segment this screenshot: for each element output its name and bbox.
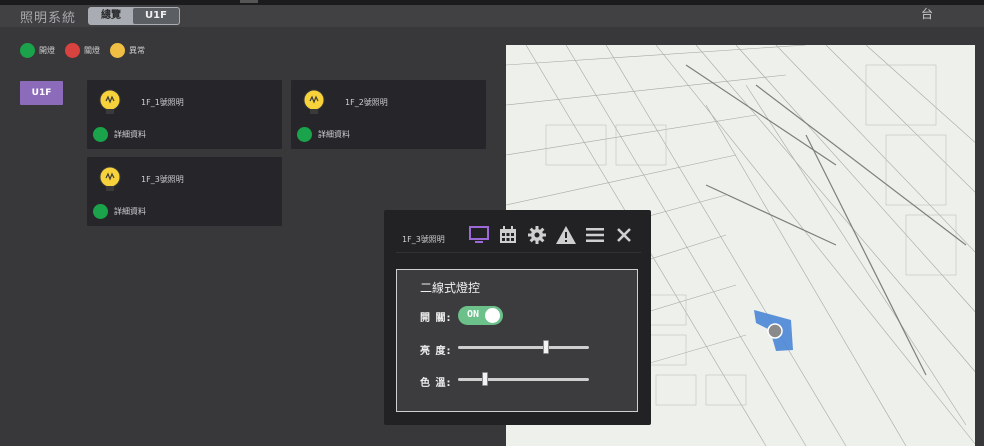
legend-item-on: 開燈 [20,43,55,58]
menu-icon[interactable] [584,224,606,246]
color-temp-slider[interactable] [458,372,589,386]
light-name: 1F_1號照明 [141,98,184,107]
two-wire-control-panel: 二線式燈控 開 關: ON 亮 度: 色 溫: [396,269,638,412]
status-dot [93,127,108,142]
toggle-knob [485,308,500,323]
viewer-edge [975,45,984,446]
slider-track [458,378,589,381]
light-card[interactable]: 1F_3號照明 詳細資料 [87,157,282,226]
color-temp-label: 色 溫: [420,378,452,389]
legend-label-off: 關燈 [84,46,100,55]
slider-thumb[interactable] [482,372,488,386]
calendar-icon[interactable] [497,224,519,246]
status-legend: 開燈 關燈 異常 [20,43,155,58]
close-icon[interactable] [613,224,635,246]
popup-toolbar [468,224,642,246]
legend-item-abnormal: 異常 [110,43,145,58]
light-name: 1F_2號照明 [345,98,388,107]
light-name: 1F_3號照明 [141,175,184,184]
tab-u1f[interactable]: U1F [133,8,179,24]
legend-dot-on [20,43,35,58]
slider-track [458,346,589,349]
legend-label-abnormal: 異常 [129,46,145,55]
monitor-icon[interactable] [468,224,490,246]
light-bulb-icon [99,89,121,114]
tab-overview[interactable]: 總覽 [89,8,133,24]
header-right-text: 台 [921,7,934,21]
view-tabs: 總覽 U1F [88,7,180,25]
detail-link[interactable]: 詳細資料 [114,129,146,140]
switch-label: 開 關: [420,313,452,324]
app-title: 照明系統 [20,11,77,26]
status-dot [297,127,312,142]
top-strip-mark [240,0,258,3]
warning-icon[interactable] [555,224,577,246]
toggle-state-label: ON [467,309,480,320]
light-bulb-icon [303,89,325,114]
legend-item-off: 關燈 [65,43,100,58]
power-toggle[interactable]: ON [458,306,503,325]
detail-link[interactable]: 詳細資料 [318,129,350,140]
legend-dot-abnormal [110,43,125,58]
legend-dot-off [65,43,80,58]
light-control-popup: 1F_3號照明 二線式燈控 開 關: ON 亮 度: 色 溫: [384,210,651,425]
popup-title: 1F_3號照明 [402,235,445,244]
brightness-label: 亮 度: [420,346,452,357]
header-bar: 照明系統 總覽 U1F 台 [0,5,984,27]
light-card[interactable]: 1F_2號照明 詳細資料 [291,80,486,149]
status-dot [93,204,108,219]
light-card[interactable]: 1F_1號照明 詳細資料 [87,80,282,149]
brightness-slider[interactable] [458,340,589,354]
popup-divider [396,252,641,253]
panel-title: 二線式燈控 [420,281,481,295]
light-bulb-icon [99,166,121,191]
floor-u1f-button[interactable]: U1F [20,81,63,105]
legend-label-on: 開燈 [39,46,55,55]
slider-thumb[interactable] [543,340,549,354]
detail-link[interactable]: 詳細資料 [114,206,146,217]
gear-icon[interactable] [526,224,548,246]
